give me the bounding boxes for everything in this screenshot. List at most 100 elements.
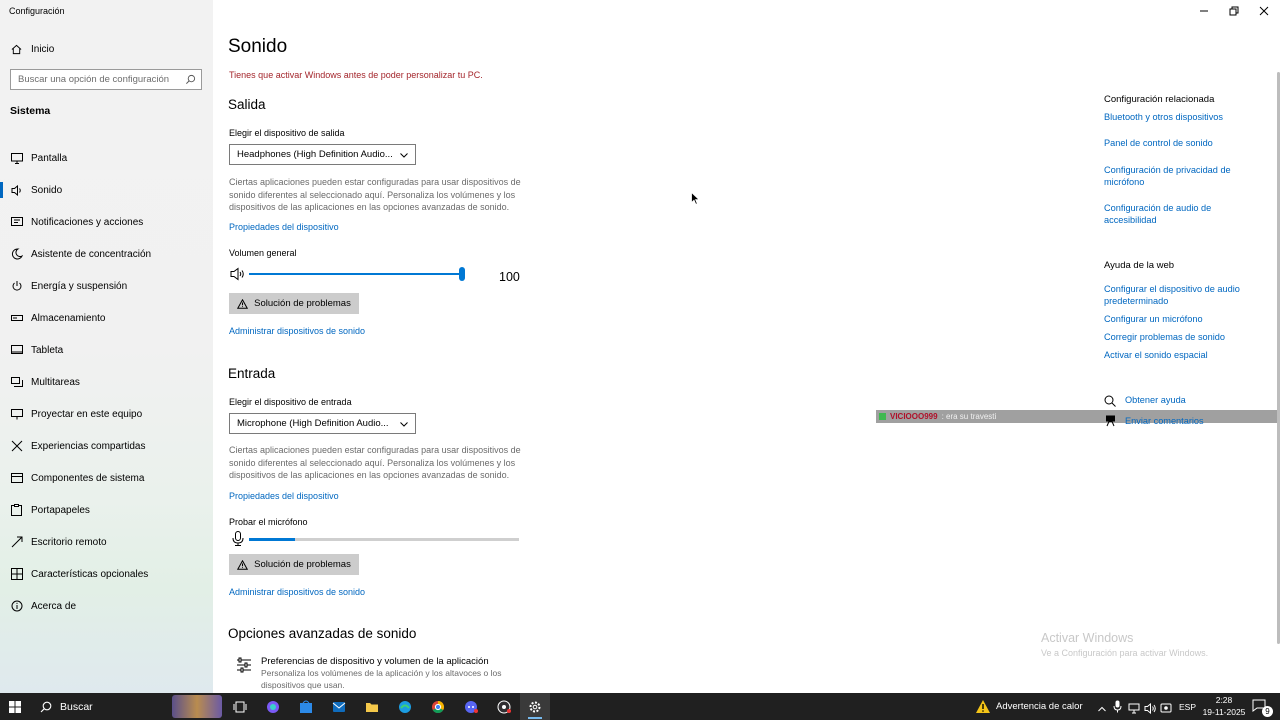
chevron-up-icon[interactable] (1097, 701, 1107, 719)
sidebar-item-caracteristicas[interactable]: Características opcionales (0, 558, 213, 590)
search-icon (40, 701, 52, 713)
output-troubleshoot-button[interactable]: Solución de problemas (229, 293, 359, 314)
clock-date: 19-11-2025 (1202, 707, 1246, 717)
speaker-icon (10, 184, 23, 197)
restore-button[interactable] (1219, 0, 1249, 22)
sidebar-item-pantalla[interactable]: Pantalla (0, 142, 213, 174)
input-manage-devices-link[interactable]: Administrar dispositivos de sonido (229, 587, 365, 597)
sidebar-item-componentes[interactable]: Componentes de sistema (0, 462, 213, 494)
webcam-icon[interactable] (1160, 701, 1172, 719)
chevron-down-icon (399, 419, 409, 432)
sidebar-item-notificaciones[interactable]: Notificaciones y acciones (0, 206, 213, 238)
warning-icon (237, 559, 249, 570)
sidebar-item-proyectar[interactable]: Proyectar en este equipo (0, 398, 213, 430)
sliders-icon (236, 657, 252, 678)
get-help-link[interactable]: Obtener ayuda (1125, 394, 1280, 406)
sidebar-item-experiencias[interactable]: Experiencias compartidas (0, 430, 213, 462)
sidebar-item-label: Acerca de (31, 600, 77, 612)
clock-time: 2:28 (1215, 695, 1233, 705)
discord-icon[interactable] (456, 693, 486, 720)
web-link-spatial-sound[interactable]: Activar el sonido espacial (1104, 349, 1264, 361)
web-link-fix-sound[interactable]: Corregir problemas de sonido (1104, 331, 1264, 343)
main-content: Sonido Tienes que activar Windows antes … (213, 0, 1280, 693)
activation-warning: Tienes que activar Windows antes de pode… (229, 70, 483, 80)
related-link-bluetooth[interactable]: Bluetooth y otros dispositivos (1104, 111, 1264, 123)
file-explorer-icon[interactable] (357, 693, 387, 720)
sidebar-item-almacenamiento[interactable]: Almacenamiento (0, 302, 213, 334)
related-link-sound-control-panel[interactable]: Panel de control de sonido (1104, 137, 1264, 149)
microphone-tray-icon[interactable] (1113, 700, 1122, 718)
sidebar-item-label: Pantalla (31, 152, 68, 164)
input-device-label: Elegir el dispositivo de entrada (229, 397, 352, 407)
app-volume-title: Preferencias de dispositivo y volumen de… (261, 656, 489, 667)
sidebar-item-energia[interactable]: Energía y suspensión (0, 270, 213, 302)
obs-icon[interactable] (489, 693, 519, 720)
outlook-icon[interactable] (324, 693, 354, 720)
sidebar-item-label: Experiencias compartidas (31, 440, 146, 452)
language-indicator[interactable]: ESP (1179, 702, 1196, 712)
watermark-subtitle: Ve a Configuración para activar Windows. (1041, 648, 1209, 658)
minimize-button[interactable] (1189, 0, 1219, 22)
search-icon[interactable] (185, 74, 196, 88)
output-device-dropdown[interactable]: Headphones (High Definition Audio... (229, 144, 416, 165)
mouse-cursor-icon (691, 191, 701, 210)
web-link-default-audio[interactable]: Configurar el dispositivo de audio prede… (1104, 283, 1254, 307)
sidebar-item-multitareas[interactable]: Multitareas (0, 366, 213, 398)
related-link-mic-privacy[interactable]: Configuración de privacidad de micrófono (1104, 164, 1244, 188)
sidebar-item-acerca-de[interactable]: Acerca de (0, 590, 213, 622)
sidebar-item-label: Multitareas (31, 376, 80, 388)
web-help-heading: Ayuda de la web (1104, 260, 1175, 271)
input-device-dropdown[interactable]: Microphone (High Definition Audio... (229, 413, 416, 434)
heat-warning-icon[interactable] (975, 699, 991, 719)
start-button[interactable] (0, 693, 30, 720)
sidebar-item-label: Energía y suspensión (31, 280, 128, 292)
store-icon[interactable] (291, 693, 321, 720)
web-link-setup-mic[interactable]: Configurar un micrófono (1104, 313, 1264, 325)
volume-slider-track[interactable] (249, 273, 462, 275)
sidebar-item-label: Almacenamiento (31, 312, 106, 324)
tablet-icon (10, 344, 23, 357)
sidebar-item-label: Escritorio remoto (31, 536, 107, 548)
input-troubleshoot-button[interactable]: Solución de problemas (229, 554, 359, 575)
sidebar-item-escritorio-remoto[interactable]: Escritorio remoto (0, 526, 213, 558)
sidebar-item-portapapeles[interactable]: Portapapeles (0, 494, 213, 526)
input-description: Ciertas aplicaciones pueden estar config… (229, 445, 521, 480)
mic-test-label: Probar el micrófono (229, 517, 308, 527)
app-volume-preferences-item[interactable]: Preferencias de dispositivo y volumen de… (229, 655, 549, 693)
output-properties-link[interactable]: Propiedades del dispositivo (229, 222, 339, 232)
copilot-icon[interactable] (258, 693, 288, 720)
taskbar-search[interactable]: Buscar (32, 693, 222, 720)
home-link[interactable]: Inicio (10, 41, 54, 57)
settings-search-input[interactable]: Buscar una opción de configuración (10, 69, 202, 90)
sidebar-item-label: Tableta (31, 344, 64, 356)
remote-icon (10, 536, 23, 549)
taskbar-search-placeholder: Buscar (60, 700, 93, 713)
volume-slider-thumb[interactable] (459, 267, 465, 281)
clipboard-icon (10, 504, 23, 517)
sidebar-item-tableta[interactable]: Tableta (0, 334, 213, 366)
output-manage-devices-link[interactable]: Administrar dispositivos de sonido (229, 326, 365, 336)
sidebar-item-label: Asistente de concentración (31, 248, 152, 260)
close-button[interactable] (1249, 0, 1279, 22)
related-link-audio-accessibility[interactable]: Configuración de audio de accesibilidad (1104, 202, 1229, 226)
home-label: Inicio (31, 43, 55, 55)
chrome-icon[interactable] (423, 693, 453, 720)
task-view-button[interactable] (225, 693, 255, 720)
speaker-volume-icon[interactable] (230, 267, 246, 286)
mic-level-meter (249, 538, 519, 541)
send-feedback-link[interactable]: Enviar comentarios (1125, 415, 1280, 427)
sidebar-item-concentracion[interactable]: Asistente de concentración (0, 238, 213, 270)
network-icon[interactable] (1128, 701, 1140, 719)
edge-icon[interactable] (390, 693, 420, 720)
volume-tray-icon[interactable] (1144, 701, 1157, 719)
feedback-icon (1104, 414, 1117, 432)
output-heading: Salida (228, 97, 266, 112)
project-icon (10, 408, 23, 421)
sidebar-item-sonido[interactable]: Sonido (0, 174, 213, 206)
taskbar-clock[interactable]: 2:28 19-11-2025 (1196, 694, 1252, 718)
settings-taskbar-icon[interactable] (520, 693, 550, 720)
output-description: Ciertas aplicaciones pueden estar config… (229, 177, 521, 212)
notification-icon (10, 216, 23, 229)
input-properties-link[interactable]: Propiedades del dispositivo (229, 491, 339, 501)
weather-status[interactable]: Advertencia de calor (996, 701, 1083, 712)
